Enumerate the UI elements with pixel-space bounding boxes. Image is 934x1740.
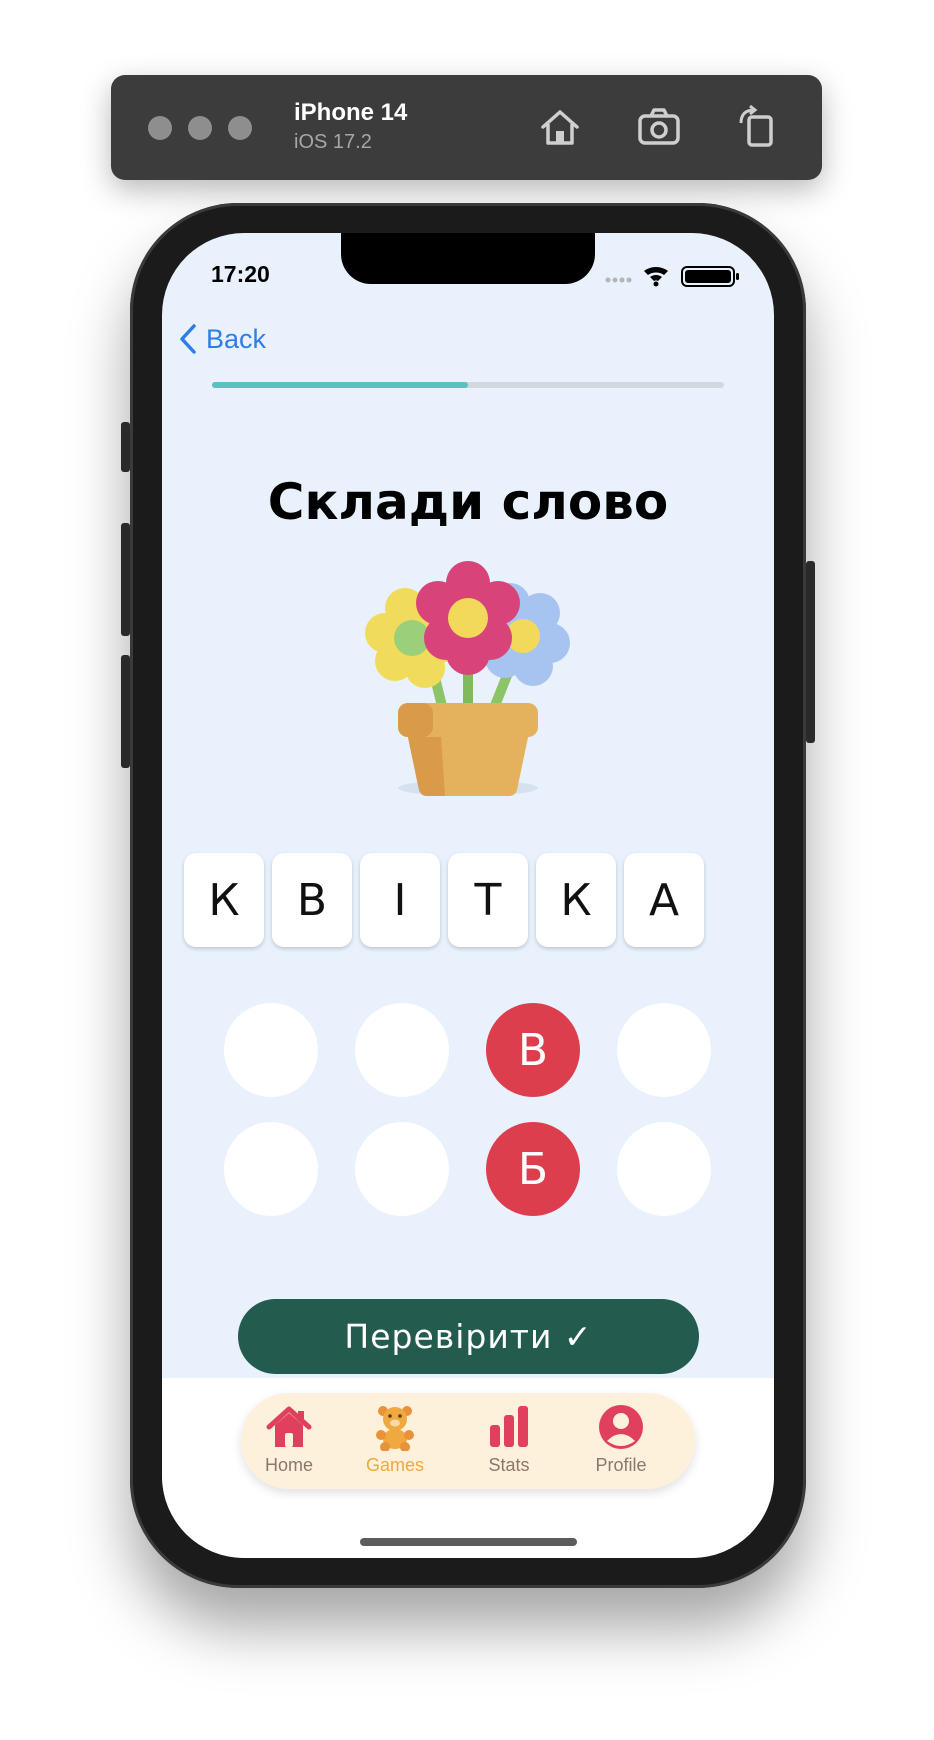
tab-home[interactable]: Home [241,1403,337,1483]
battery-icon [681,266,739,287]
letter-choice[interactable] [617,1122,711,1216]
status-icons [605,266,739,287]
home-indicator [360,1538,577,1546]
letter-choice[interactable] [224,1122,318,1216]
window-zoom-dot[interactable] [228,116,252,140]
screenshot-icon[interactable] [635,103,683,151]
volume-up-button [121,523,130,636]
tab-label: Home [264,1455,313,1475]
status-time: 17:20 [211,261,270,287]
letter-choices: В Б [224,1003,714,1223]
letter-tile: В [272,853,352,947]
tab-profile[interactable]: Profile [573,1403,669,1483]
simulator-toolbar: iPhone 14 iOS 17.2 [111,75,822,180]
tab-label: Stats [488,1455,530,1475]
letter-choice[interactable] [355,1003,449,1097]
letter-tile: Т [448,853,528,947]
teddy-bear-icon [376,1406,414,1451]
letter-choice[interactable] [355,1122,449,1216]
progress-bar [212,382,724,388]
signal-icon [605,277,632,283]
house-icon [266,1406,312,1447]
device-name: iPhone 14 [294,99,408,126]
letter-tile: І [360,853,440,947]
window-close-dot[interactable] [148,116,172,140]
notch [341,233,595,284]
game-title: Склади слово [267,473,669,531]
letter-choice[interactable]: В [486,1003,580,1097]
power-button [806,561,815,743]
word-letters: К В І Т К А [184,853,754,951]
rotate-icon[interactable] [733,103,781,151]
wifi-icon [644,267,668,287]
back-label: Back [206,323,267,354]
person-icon [599,1405,643,1449]
home-icon[interactable] [536,103,584,151]
phone-screen: 17:20 Back Склади слово К В І Т К А В Б … [162,233,774,1558]
flower-pot-icon [365,561,570,796]
tab-games[interactable]: Games [347,1403,443,1483]
letter-tile: А [624,853,704,947]
letter-choice[interactable]: Б [486,1122,580,1216]
letter-tile: К [536,853,616,947]
os-version: iOS 17.2 [294,131,372,153]
letter-tile: К [184,853,264,947]
back-button[interactable]: Back [178,323,266,355]
letter-choice[interactable] [617,1003,711,1097]
check-button[interactable]: Перевірити ✓ [238,1299,699,1374]
volume-down-button [121,655,130,768]
tab-label: Profile [595,1455,647,1475]
mute-switch [121,422,130,472]
bar-chart-icon [490,1406,528,1447]
tab-bar: Home Games Stats Profile [241,1393,695,1489]
window-minimize-dot[interactable] [188,116,212,140]
progress-fill [212,382,468,388]
chevron-left-icon [180,324,196,354]
tab-label: Games [365,1455,425,1475]
tab-stats[interactable]: Stats [461,1403,557,1483]
letter-choice[interactable] [224,1003,318,1097]
